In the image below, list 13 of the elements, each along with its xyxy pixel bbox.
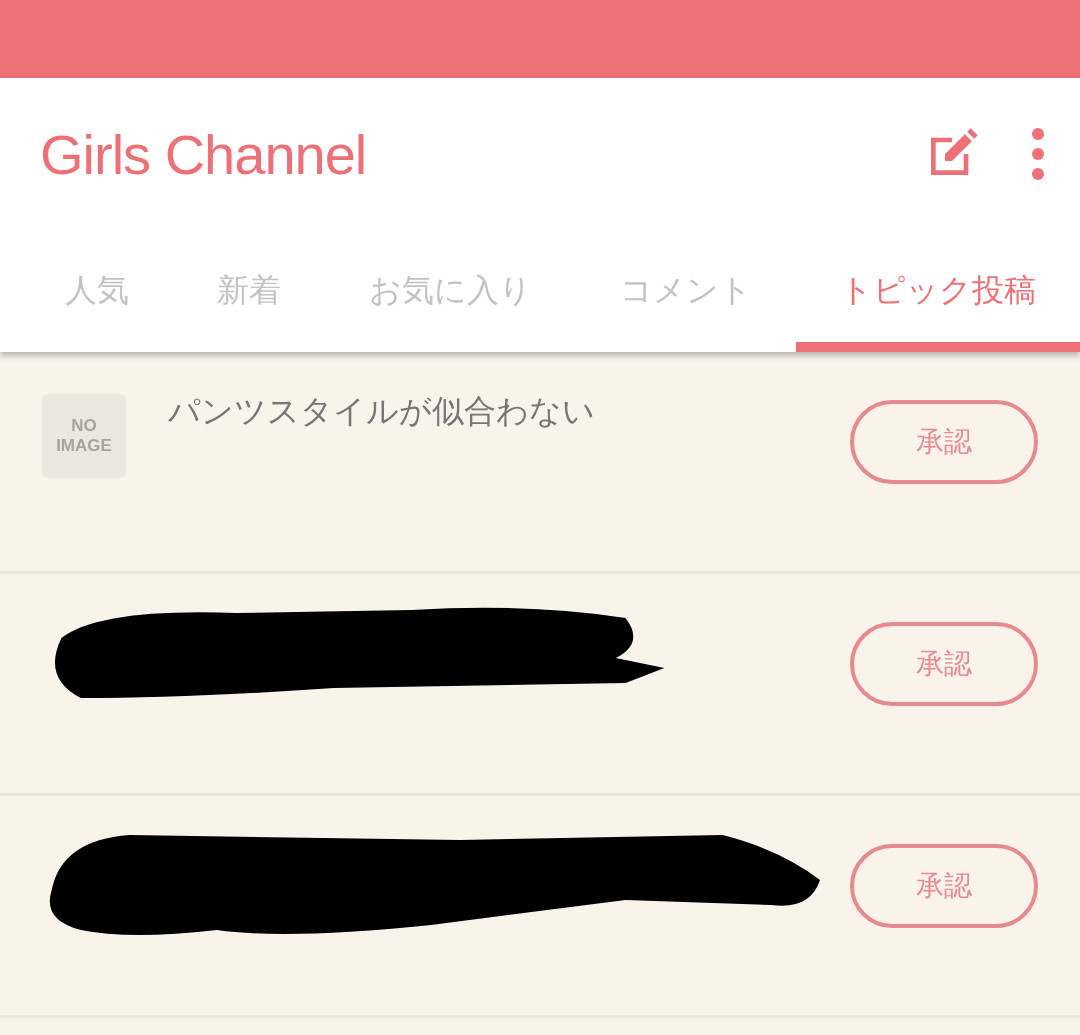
approve-button[interactable]: 承認 <box>850 844 1038 928</box>
approve-button[interactable]: 承認 <box>850 622 1038 706</box>
approve-button[interactable]: 承認 <box>850 400 1038 484</box>
tab[interactable]: コメント <box>576 230 796 352</box>
thumbnail-text: NO <box>71 415 97 436</box>
tab[interactable]: 人気 <box>21 230 173 352</box>
topic-title: パンツスタイルが似合わない <box>168 391 596 432</box>
tab[interactable]: トピック投稿 <box>796 230 1080 352</box>
menu-icon[interactable] <box>1030 127 1046 181</box>
tab[interactable]: 新着 <box>173 230 325 352</box>
app-title: Girls Channel <box>40 121 368 187</box>
thumbnail-text: IMAGE <box>56 436 112 457</box>
tab[interactable]: お気に入り <box>325 230 576 352</box>
